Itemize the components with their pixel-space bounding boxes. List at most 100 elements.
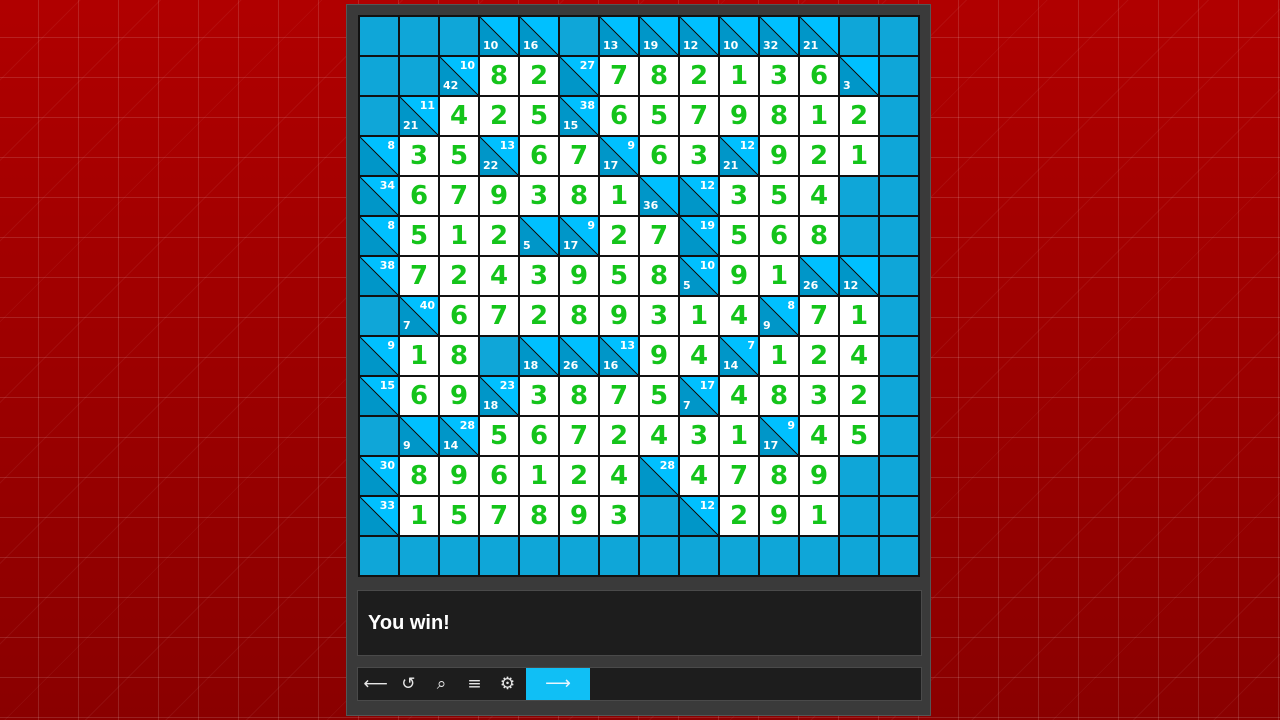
answer-cell[interactable]: 8 [640, 57, 678, 95]
answer-cell[interactable]: 9 [480, 177, 518, 215]
undo-button[interactable]: ↺ [392, 668, 425, 700]
answer-cell[interactable]: 8 [440, 337, 478, 375]
next-button[interactable]: ⟶ [526, 668, 590, 700]
answer-cell[interactable]: 6 [520, 137, 558, 175]
answer-cell[interactable]: 2 [520, 57, 558, 95]
answer-cell[interactable]: 8 [560, 377, 598, 415]
answer-cell[interactable]: 2 [800, 337, 838, 375]
answer-cell[interactable]: 1 [440, 217, 478, 255]
answer-cell[interactable]: 1 [800, 497, 838, 535]
answer-cell[interactable]: 1 [840, 297, 878, 335]
answer-cell[interactable]: 3 [760, 57, 798, 95]
answer-cell[interactable]: 2 [600, 217, 638, 255]
answer-cell[interactable]: 7 [640, 217, 678, 255]
answer-cell[interactable]: 7 [600, 377, 638, 415]
answer-cell[interactable]: 2 [680, 57, 718, 95]
answer-cell[interactable]: 7 [720, 457, 758, 495]
answer-cell[interactable]: 9 [600, 297, 638, 335]
answer-cell[interactable]: 2 [840, 377, 878, 415]
answer-cell[interactable]: 8 [800, 217, 838, 255]
answer-cell[interactable]: 5 [440, 137, 478, 175]
answer-cell[interactable]: 6 [800, 57, 838, 95]
answer-cell[interactable]: 5 [720, 217, 758, 255]
answer-cell[interactable]: 3 [680, 137, 718, 175]
answer-cell[interactable]: 4 [480, 257, 518, 295]
answer-cell[interactable]: 2 [600, 417, 638, 455]
answer-cell[interactable]: 3 [400, 137, 438, 175]
answer-cell[interactable]: 9 [560, 257, 598, 295]
answer-cell[interactable]: 1 [600, 177, 638, 215]
answer-cell[interactable]: 9 [440, 457, 478, 495]
answer-cell[interactable]: 5 [640, 377, 678, 415]
answer-cell[interactable]: 2 [800, 137, 838, 175]
answer-cell[interactable]: 8 [560, 297, 598, 335]
answer-cell[interactable]: 2 [480, 97, 518, 135]
answer-cell[interactable]: 8 [400, 457, 438, 495]
answer-cell[interactable]: 1 [400, 497, 438, 535]
answer-cell[interactable]: 5 [840, 417, 878, 455]
answer-cell[interactable]: 3 [520, 257, 558, 295]
answer-cell[interactable]: 3 [680, 417, 718, 455]
answer-cell[interactable]: 1 [520, 457, 558, 495]
answer-cell[interactable]: 9 [640, 337, 678, 375]
answer-cell[interactable]: 8 [760, 97, 798, 135]
answer-cell[interactable]: 2 [720, 497, 758, 535]
answer-cell[interactable]: 6 [480, 457, 518, 495]
search-button[interactable]: ⌕ [425, 668, 458, 700]
answer-cell[interactable]: 5 [600, 257, 638, 295]
answer-cell[interactable]: 5 [520, 97, 558, 135]
answer-cell[interactable]: 4 [800, 177, 838, 215]
answer-cell[interactable]: 1 [760, 337, 798, 375]
answer-cell[interactable]: 2 [480, 217, 518, 255]
answer-cell[interactable]: 4 [640, 417, 678, 455]
answer-cell[interactable]: 1 [720, 417, 758, 455]
answer-cell[interactable]: 1 [400, 337, 438, 375]
answer-cell[interactable]: 7 [480, 297, 518, 335]
answer-cell[interactable]: 2 [520, 297, 558, 335]
answer-cell[interactable]: 1 [840, 137, 878, 175]
answer-cell[interactable]: 6 [400, 177, 438, 215]
answer-cell[interactable]: 8 [760, 377, 798, 415]
answer-cell[interactable]: 9 [760, 497, 798, 535]
answer-cell[interactable]: 2 [840, 97, 878, 135]
answer-cell[interactable]: 8 [560, 177, 598, 215]
answer-cell[interactable]: 9 [720, 257, 758, 295]
answer-cell[interactable]: 7 [680, 97, 718, 135]
answer-cell[interactable]: 9 [800, 457, 838, 495]
answer-cell[interactable]: 8 [480, 57, 518, 95]
answer-cell[interactable]: 6 [760, 217, 798, 255]
answer-cell[interactable]: 2 [440, 257, 478, 295]
answer-cell[interactable]: 4 [840, 337, 878, 375]
answer-cell[interactable]: 7 [560, 417, 598, 455]
answer-cell[interactable]: 3 [640, 297, 678, 335]
answer-cell[interactable]: 1 [800, 97, 838, 135]
answer-cell[interactable]: 7 [800, 297, 838, 335]
answer-cell[interactable]: 6 [600, 97, 638, 135]
answer-cell[interactable]: 7 [480, 497, 518, 535]
answer-cell[interactable]: 4 [440, 97, 478, 135]
answer-cell[interactable]: 5 [440, 497, 478, 535]
answer-cell[interactable]: 4 [680, 337, 718, 375]
answer-cell[interactable]: 7 [560, 137, 598, 175]
answer-cell[interactable]: 6 [440, 297, 478, 335]
answer-cell[interactable]: 6 [640, 137, 678, 175]
answer-cell[interactable]: 1 [760, 257, 798, 295]
answer-cell[interactable]: 9 [760, 137, 798, 175]
answer-cell[interactable]: 7 [400, 257, 438, 295]
answer-cell[interactable]: 1 [720, 57, 758, 95]
answer-cell[interactable]: 3 [520, 177, 558, 215]
answer-cell[interactable]: 9 [720, 97, 758, 135]
answer-cell[interactable]: 5 [640, 97, 678, 135]
answer-cell[interactable]: 7 [600, 57, 638, 95]
answer-cell[interactable]: 5 [760, 177, 798, 215]
answer-cell[interactable]: 3 [600, 497, 638, 535]
answer-cell[interactable]: 4 [600, 457, 638, 495]
menu-button[interactable]: ≡ [458, 668, 491, 700]
answer-cell[interactable]: 1 [680, 297, 718, 335]
settings-button[interactable]: ⚙ [491, 668, 524, 700]
answer-cell[interactable]: 4 [800, 417, 838, 455]
answer-cell[interactable]: 7 [440, 177, 478, 215]
answer-cell[interactable]: 4 [720, 297, 758, 335]
answer-cell[interactable]: 3 [720, 177, 758, 215]
answer-cell[interactable]: 8 [760, 457, 798, 495]
